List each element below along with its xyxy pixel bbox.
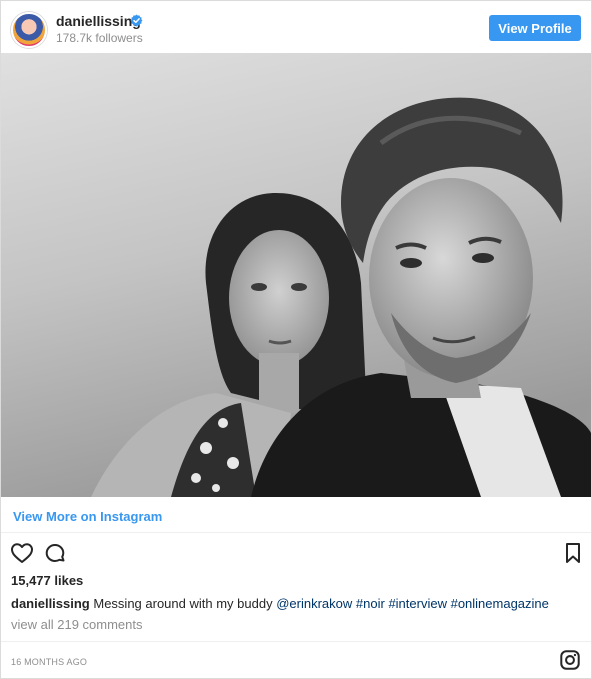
caption-text: Messing around with my buddy	[93, 596, 273, 611]
like-count[interactable]: 15,477 likes	[11, 573, 83, 588]
verified-badge-icon	[130, 14, 143, 27]
caption-hashtag[interactable]: #interview	[388, 596, 447, 611]
caption-hashtag[interactable]: #onlinemagazine	[451, 596, 549, 611]
divider	[1, 532, 591, 533]
post-header: daniellissing 178.7k followers View Prof…	[1, 1, 591, 53]
post-timestamp[interactable]: 16 MONTHS AGO	[11, 657, 87, 667]
photo-illustration	[1, 53, 591, 497]
caption-username[interactable]: daniellissing	[11, 596, 90, 611]
heart-icon[interactable]	[10, 541, 34, 565]
caption-mention[interactable]: @erinkrakow	[276, 596, 352, 611]
post-photo[interactable]	[1, 53, 591, 497]
instagram-icon[interactable]	[559, 649, 581, 671]
comment-icon[interactable]	[43, 541, 67, 565]
bookmark-icon[interactable]	[561, 541, 585, 565]
post-caption: daniellissing Messing around with my bud…	[11, 596, 549, 611]
divider	[1, 641, 591, 642]
follower-count: 178.7k followers	[56, 31, 143, 45]
avatar[interactable]	[11, 12, 47, 48]
view-more-on-instagram-link[interactable]: View More on Instagram	[13, 509, 162, 524]
username[interactable]: daniellissing	[56, 13, 141, 29]
caption-hashtag[interactable]: #noir	[356, 596, 385, 611]
view-all-comments-link[interactable]: view all 219 comments	[11, 617, 143, 632]
view-profile-button[interactable]: View Profile	[489, 15, 581, 41]
instagram-embed-card: daniellissing 178.7k followers View Prof…	[0, 0, 592, 679]
